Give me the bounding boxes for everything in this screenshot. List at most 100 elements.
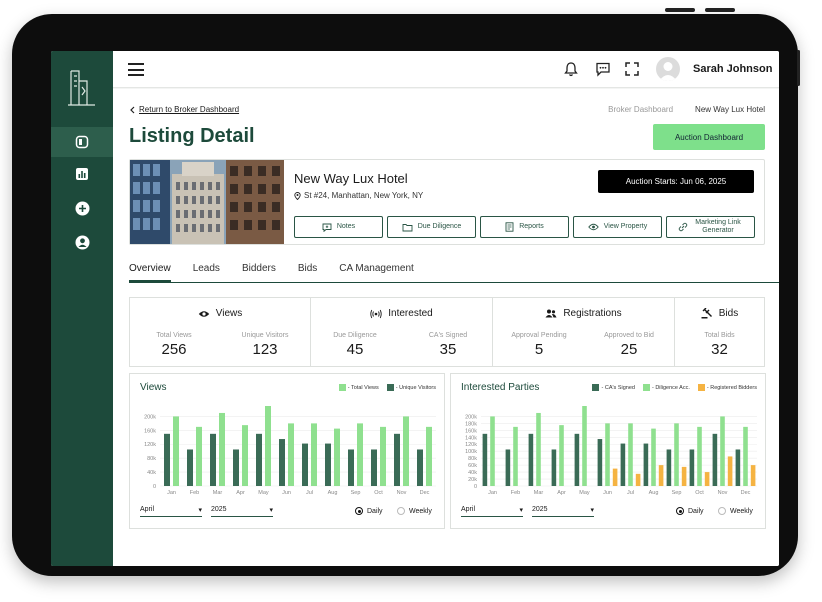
bar-feb-series-1 [196, 426, 202, 486]
bar-jan-series-1 [173, 416, 179, 486]
bar-nov-series-1 [403, 416, 409, 486]
bell-icon[interactable] [563, 61, 579, 77]
year-select[interactable]: 2025 ▾ [532, 506, 594, 517]
sidebar-item-listings[interactable] [51, 127, 113, 157]
month-select[interactable]: April ▾ [461, 506, 523, 517]
tab-bidders[interactable]: Bidders [242, 263, 276, 282]
avatar-person-icon [659, 62, 677, 81]
bar-jul-series-0 [620, 443, 626, 486]
y-tick-label: 100k [465, 449, 477, 455]
stat-bids-title: Bids [718, 308, 739, 319]
daily-radio[interactable]: Daily [676, 507, 704, 515]
y-tick-label: 80k [147, 456, 156, 462]
reports-button[interactable]: Reports [480, 216, 569, 238]
stat-approved-to-bid-label: Approved to Bid [604, 332, 654, 339]
bar-jul-series-1 [311, 423, 317, 486]
weekly-radio[interactable]: Weekly [397, 507, 432, 515]
notes-button-label: Notes [336, 223, 356, 230]
menu-icon[interactable] [128, 63, 144, 76]
weekly-radio[interactable]: Weekly [718, 507, 753, 515]
bar-jan-series-1 [490, 416, 495, 486]
tab-overview[interactable]: Overview [129, 263, 171, 282]
tab-ca-management[interactable]: CA Management [339, 263, 414, 282]
tab-leads[interactable]: Leads [193, 263, 220, 282]
y-tick-label: 200k [465, 414, 477, 420]
legend-total-views-label: - Total Views [347, 384, 379, 391]
bar-nov-series-1 [720, 416, 725, 486]
interested-parties-legend: - CA's Signed - Diligence Acc. - Registe… [592, 384, 757, 391]
legend-unique-visitors-label: - Unique Visitors [395, 384, 436, 391]
daily-radio[interactable]: Daily [355, 507, 383, 515]
tab-bids[interactable]: Bids [298, 263, 317, 282]
y-tick-label: 0 [153, 484, 156, 490]
bar-feb-series-1 [513, 426, 518, 486]
daily-radio-label: Daily [688, 507, 704, 515]
back-link[interactable]: Return to Broker Dashboard [129, 105, 239, 114]
x-tick-label: Feb [190, 490, 199, 496]
reports-button-label: Reports [519, 223, 544, 230]
year-select[interactable]: 2025 ▾ [211, 506, 273, 517]
sidebar-item-profile[interactable] [51, 227, 113, 257]
link-icon [678, 222, 688, 232]
bar-oct-series-0 [689, 449, 695, 486]
stat-approval-pending: Approval Pending 5 [501, 332, 577, 358]
user-circle-icon [75, 235, 89, 249]
legend-total-views: - Total Views [338, 384, 379, 391]
y-tick-label: 180k [465, 421, 477, 427]
fullscreen-icon[interactable] [624, 61, 640, 77]
y-tick-label: 200k [144, 414, 156, 420]
bar-jun-series-2 [612, 468, 618, 486]
auction-start-badge: Auction Starts: Jun 06, 2025 [598, 170, 754, 193]
bar-oct-series-2 [704, 472, 710, 486]
legend-diligence-acc: - Diligence Acc. [642, 384, 690, 391]
bar-jun-series-0 [597, 439, 603, 486]
auction-dashboard-button[interactable]: Auction Dashboard [653, 124, 765, 150]
year-select-value: 2025 [211, 506, 227, 513]
bar-dec-series-1 [743, 426, 748, 486]
views-chart-card: Views - Total Views - Unique Visitors 0 4… [129, 373, 445, 529]
bar-jun-series-1 [605, 423, 610, 486]
x-tick-label: Jun [282, 490, 291, 496]
property-name: New Way Lux Hotel [294, 171, 408, 186]
x-tick-label: Nov [718, 490, 728, 496]
due-diligence-button[interactable]: Due Diligence [387, 216, 476, 238]
y-tick-label: 40k [468, 470, 477, 476]
y-tick-label: 60k [468, 463, 477, 469]
bar-oct-series-1 [380, 426, 386, 486]
sidebar-item-add[interactable] [51, 193, 113, 223]
views-bar-chart: 0 40k 80k 120k 160k 200k Jan Feb Mar Apr May Jun Jul… [144, 406, 436, 496]
bar-nov-series-2 [727, 456, 733, 486]
stat-approval-pending-value: 5 [534, 341, 544, 358]
chevron-down-icon: ▾ [198, 507, 202, 514]
marketing-link-generator-button[interactable]: Marketing Link Generator [666, 216, 755, 238]
bar-may-series-1 [582, 406, 587, 486]
legend-cas-signed-label: - CA's Signed [601, 384, 635, 391]
message-icon[interactable] [595, 61, 611, 77]
view-property-button[interactable]: View Property [573, 216, 662, 238]
x-tick-label: May [579, 490, 590, 496]
tab-bar: Overview Leads Bidders Bids CA Managemen… [129, 263, 779, 283]
bar-jun-series-1 [288, 423, 294, 486]
stat-cas-signed-label: CA's Signed [428, 332, 468, 339]
user-name[interactable]: Sarah Johnson [693, 63, 772, 75]
bar-aug-series-0 [643, 443, 649, 486]
daily-radio-label: Daily [367, 507, 383, 515]
chevron-down-icon: ▾ [590, 507, 594, 514]
y-tick-label: 120k [465, 442, 477, 448]
bar-dec-series-1 [426, 426, 432, 486]
sidebar [51, 51, 113, 566]
x-tick-label: Mar [213, 490, 223, 496]
year-select-value: 2025 [532, 506, 548, 513]
back-link-label[interactable]: Return to Broker Dashboard [139, 105, 239, 114]
notes-button[interactable]: Notes [294, 216, 383, 238]
avatar[interactable] [656, 57, 680, 81]
y-tick-label: 120k [144, 442, 156, 448]
breadcrumb: Broker Dashboard New Way Lux Hotel [608, 105, 765, 114]
sidebar-item-analytics[interactable] [51, 159, 113, 189]
month-select[interactable]: April ▾ [140, 506, 202, 517]
x-tick-label: Jan [167, 490, 176, 496]
breadcrumb-broker-dashboard[interactable]: Broker Dashboard [608, 105, 673, 114]
users-icon [545, 309, 557, 318]
property-image [130, 160, 284, 244]
eye-icon [198, 310, 209, 317]
